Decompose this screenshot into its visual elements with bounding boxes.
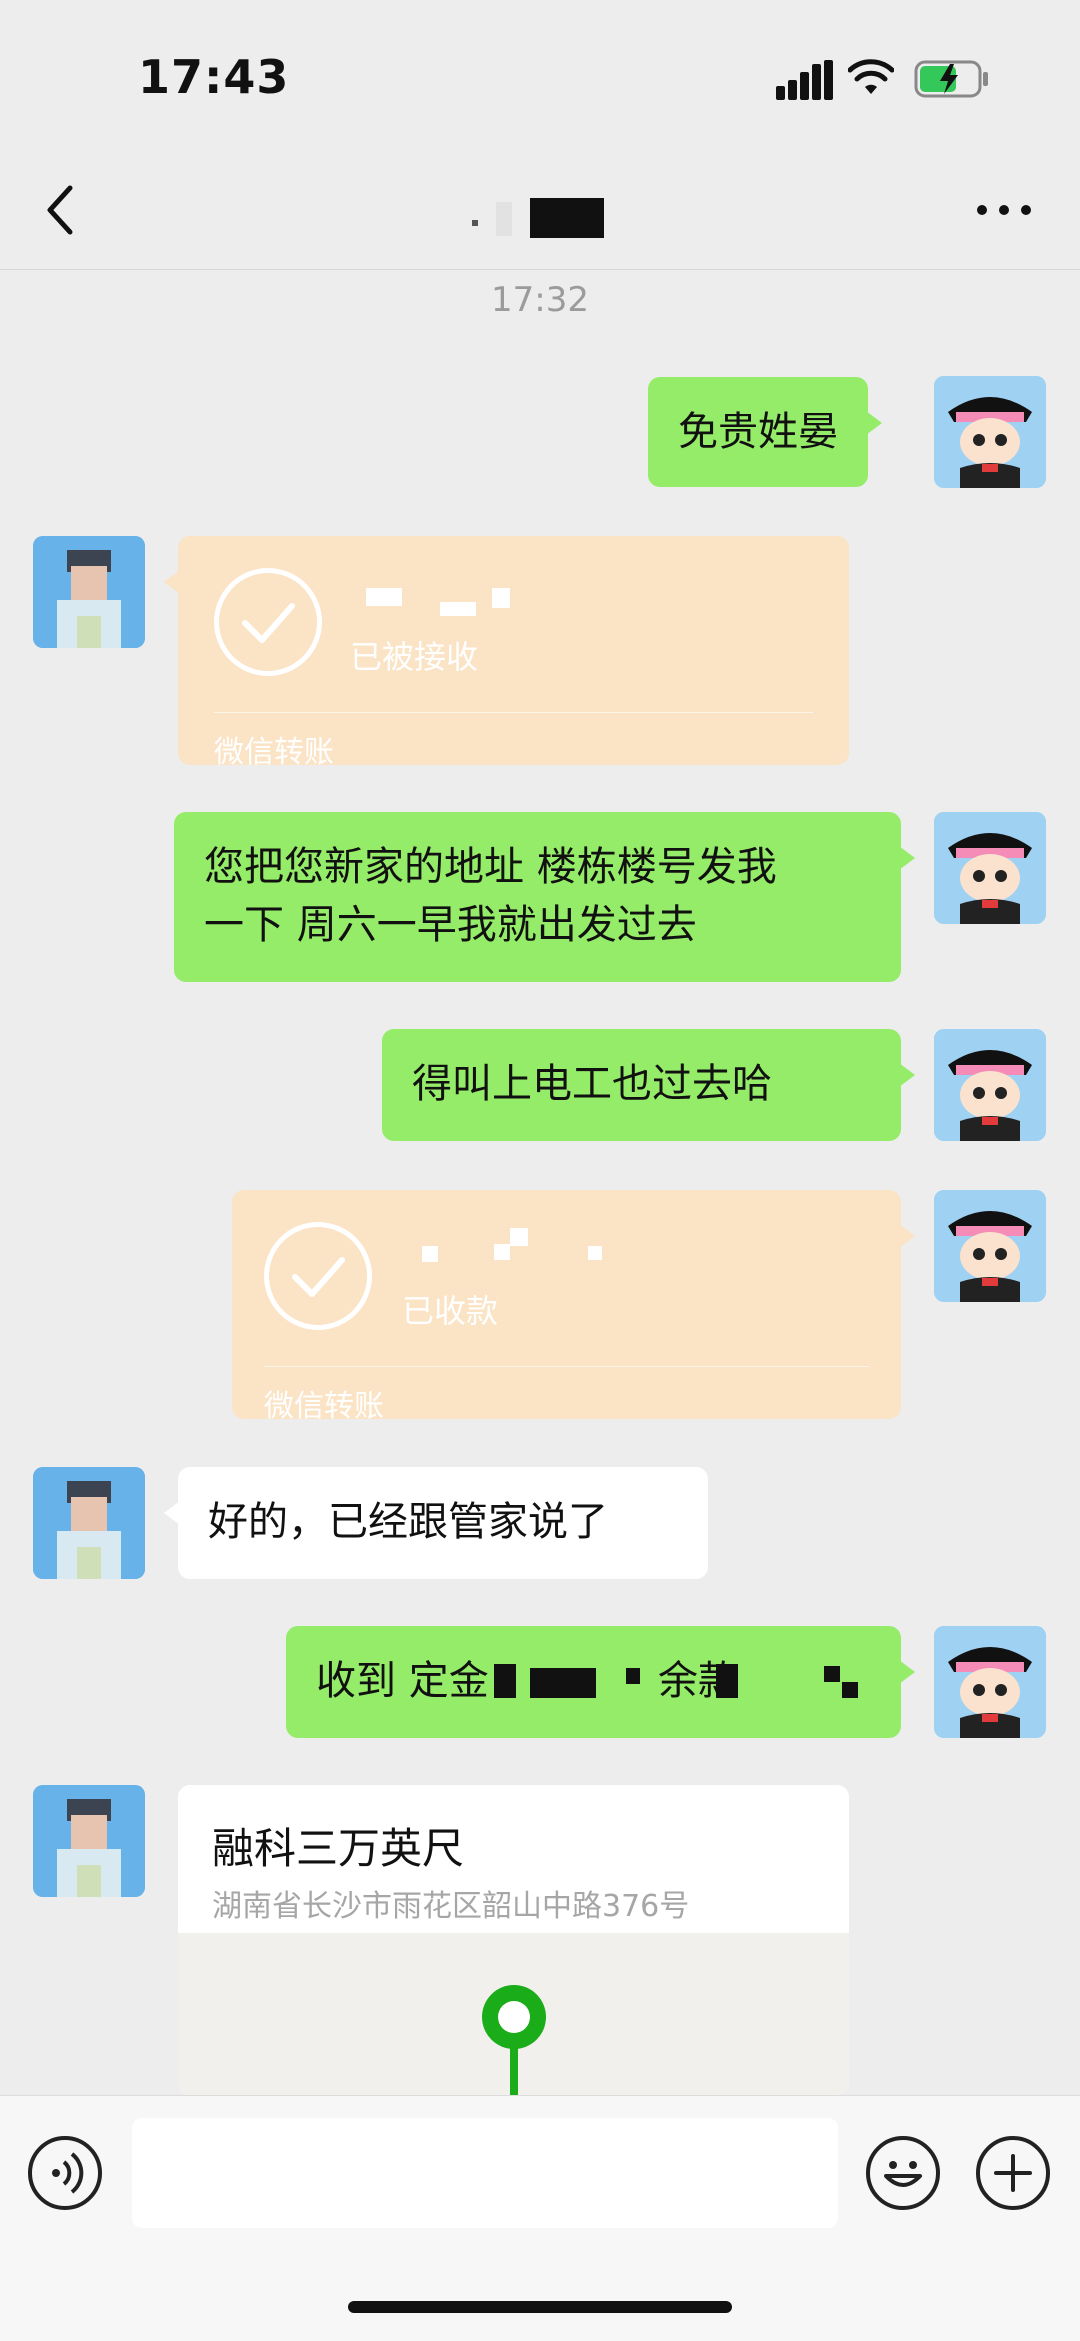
check-circle-icon <box>264 1222 372 1330</box>
message-bubble-me[interactable]: 得叫上电工也过去哈 <box>382 1029 915 1141</box>
amount-redacted <box>440 602 476 616</box>
avatar-me[interactable] <box>934 1029 1046 1141</box>
avatar-image <box>33 1467 145 1579</box>
location-name: 融科三万英尺 <box>212 1824 465 1873</box>
message-bubble-me[interactable]: 免贵姓晏 <box>648 377 882 487</box>
signal-icon <box>776 60 833 100</box>
amount-redacted <box>422 1246 438 1262</box>
amount-redacted <box>492 588 510 608</box>
message-bubble-me[interactable]: 您把您新家的地址 楼栋楼号发我 一下 周六一早我就出发过去 <box>174 812 915 982</box>
avatar-image <box>934 812 1046 924</box>
avatar-image <box>934 1029 1046 1141</box>
status-time: 17:43 <box>138 50 290 104</box>
message-text: 收到 定金 <box>316 1658 489 1704</box>
avatar-me[interactable] <box>934 1190 1046 1302</box>
amount-redacted <box>366 588 402 606</box>
avatar-image <box>33 1785 145 1897</box>
message-text: 好的，已经跟管家说了 <box>208 1499 608 1545</box>
avatar-image <box>33 536 145 648</box>
avatar-image <box>934 1190 1046 1302</box>
avatar-me[interactable] <box>934 812 1046 924</box>
status-bar: 17:43 <box>0 0 1080 150</box>
text-redacted <box>824 1666 840 1682</box>
message-text-line: 您把您新家的地址 楼栋楼号发我 <box>204 844 777 890</box>
location-card[interactable]: 融科三万英尺 湖南省长沙市雨花区韶山中路376号 <box>178 1785 849 2095</box>
message-bubble-other[interactable]: 好的，已经跟管家说了 <box>164 1467 708 1579</box>
transfer-status: 已被接收 <box>350 638 479 676</box>
text-redacted <box>716 1664 738 1698</box>
chat-timestamp: 17:32 <box>491 280 589 320</box>
message-text: 免贵姓晏 <box>678 409 838 455</box>
title-redacted <box>472 220 478 226</box>
home-indicator <box>348 2301 732 2313</box>
more-icon[interactable] <box>974 200 1034 220</box>
text-redacted <box>626 1668 640 1684</box>
title-redacted <box>530 198 604 238</box>
transfer-divider <box>214 712 813 713</box>
transfer-status: 已收款 <box>402 1292 499 1330</box>
emoji-icon[interactable] <box>866 2136 940 2210</box>
text-redacted <box>530 1668 596 1698</box>
plus-icon[interactable] <box>976 2136 1050 2210</box>
transfer-footer: 微信转账 <box>264 1389 384 1424</box>
transfer-footer: 微信转账 <box>214 735 334 770</box>
voice-icon[interactable] <box>28 2136 102 2210</box>
battery-icon <box>914 60 988 98</box>
chevron-left-icon[interactable] <box>40 180 80 240</box>
transfer-divider <box>264 1366 869 1367</box>
message-input[interactable] <box>132 2118 838 2228</box>
message-text: 得叫上电工也过去哈 <box>412 1061 772 1107</box>
avatar-other[interactable] <box>33 536 145 648</box>
avatar-me[interactable] <box>934 376 1046 488</box>
map-pin-icon <box>482 1985 546 2095</box>
chat-screen: 17:43 17:32 免贵姓晏 已被接收 微信转账 您把您新家的地址 楼栋楼号… <box>0 0 1080 2341</box>
avatar-image <box>934 1626 1046 1738</box>
avatar-other[interactable] <box>33 1467 145 1579</box>
check-circle-icon <box>214 568 322 676</box>
transfer-card-received[interactable]: 已被接收 微信转账 <box>164 536 849 770</box>
amount-redacted <box>510 1228 528 1246</box>
text-redacted <box>494 1664 516 1698</box>
message-bubble-me[interactable]: 收到 定金 余款 <box>286 1626 915 1738</box>
nav-bar <box>0 150 1080 270</box>
title-redacted <box>496 202 512 236</box>
transfer-card-collected[interactable]: 已收款 微信转账 <box>232 1190 915 1424</box>
location-map <box>178 1933 849 2095</box>
avatar-me[interactable] <box>934 1626 1046 1738</box>
wifi-icon <box>848 59 894 94</box>
amount-redacted <box>494 1244 510 1260</box>
location-address: 湖南省长沙市雨花区韶山中路376号 <box>212 1889 690 1924</box>
text-redacted <box>842 1682 858 1698</box>
amount-redacted <box>588 1246 602 1260</box>
message-text-line: 一下 周六一早我就出发过去 <box>204 902 697 948</box>
avatar-image <box>934 376 1046 488</box>
avatar-other[interactable] <box>33 1785 145 1897</box>
